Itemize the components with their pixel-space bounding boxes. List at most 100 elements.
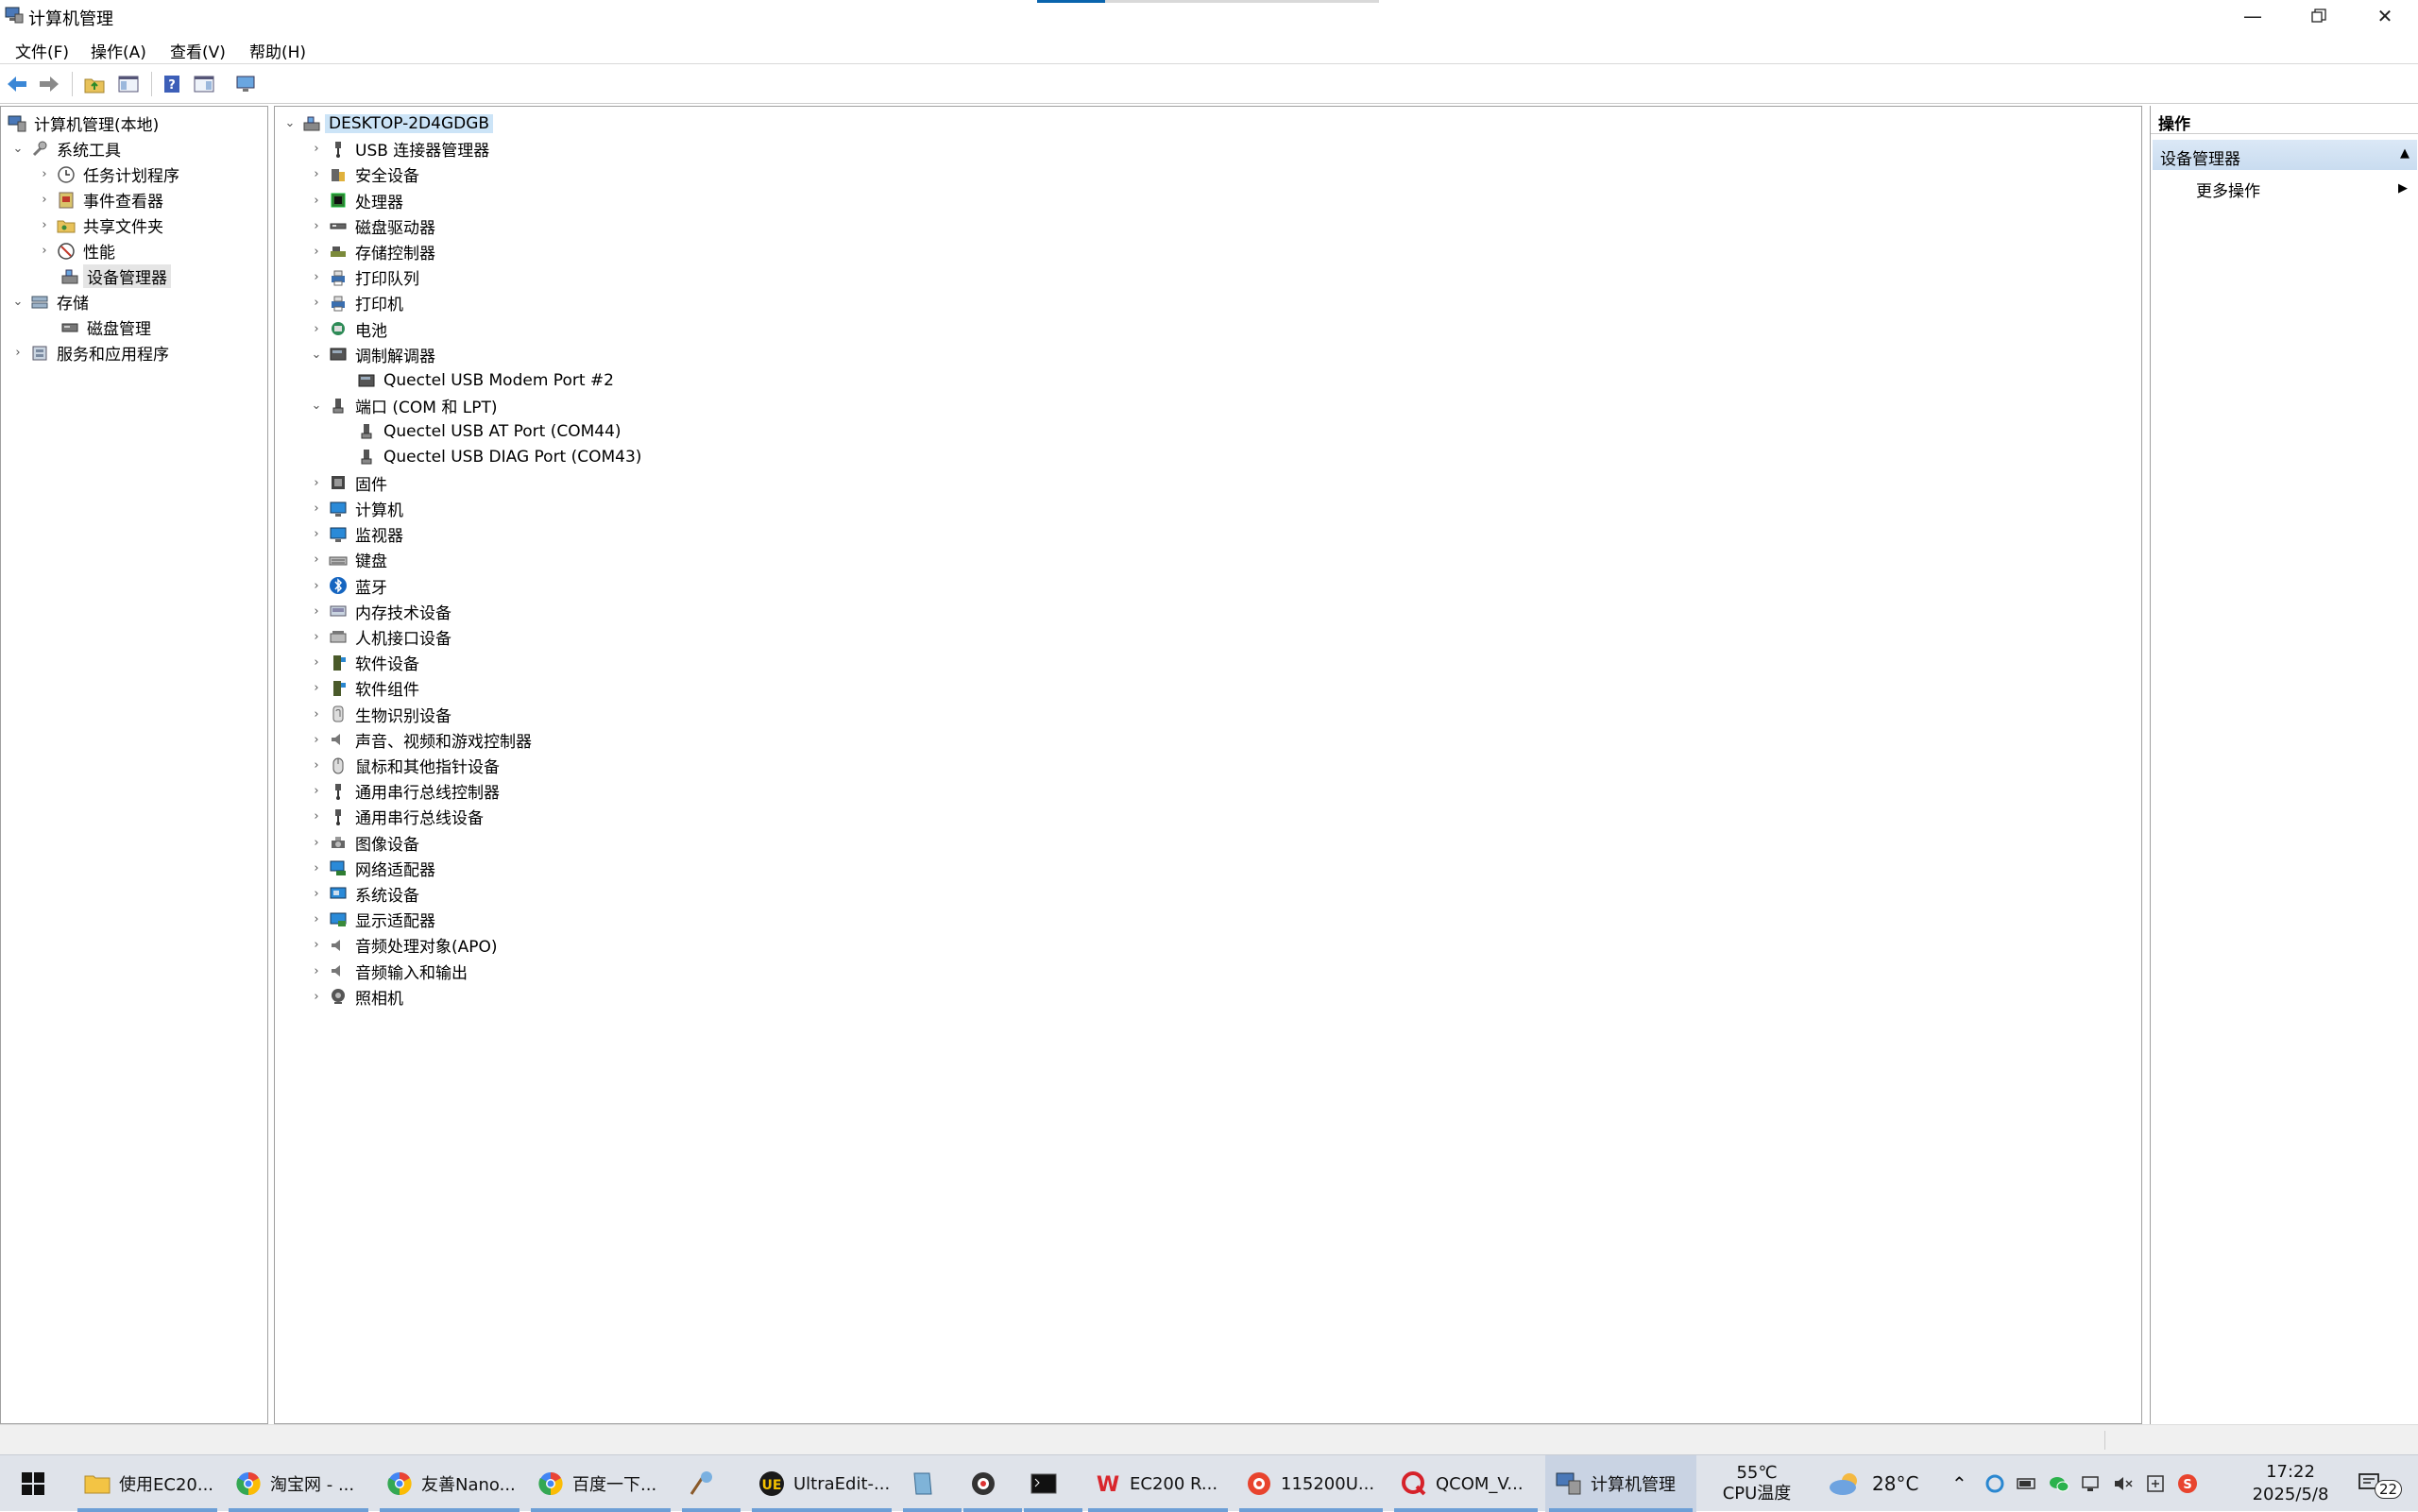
- taskbar-app-folder[interactable]: 使用EC20...: [74, 1455, 221, 1512]
- device-category-camera[interactable]: › 照相机: [309, 984, 403, 1010]
- submenu-arrow-icon[interactable]: ▶: [2398, 181, 2408, 195]
- device-category-usb-ctrl[interactable]: › 通用串行总线控制器: [309, 778, 500, 804]
- chevron-down-icon[interactable]: ⌄: [309, 347, 324, 362]
- chevron-right-icon[interactable]: ›: [309, 681, 324, 696]
- taskbar-app-vpn[interactable]: [960, 1455, 1026, 1512]
- tree-root[interactable]: 计算机管理(本地): [7, 110, 159, 136]
- taskbar-app-wps[interactable]: W EC200 R...: [1084, 1455, 1232, 1512]
- actions-section-device-manager[interactable]: 设备管理器 ▲: [2153, 140, 2417, 170]
- taskbar-app-chrome[interactable]: 百度一下...: [527, 1455, 674, 1512]
- device-category-system-dev[interactable]: › 系统设备: [309, 881, 419, 907]
- tree-item-performance[interactable]: › 性能: [37, 238, 115, 263]
- taskbar-app-chrome[interactable]: 淘宝网 - ...: [225, 1455, 372, 1512]
- menu-help[interactable]: 帮助(H): [249, 39, 306, 62]
- taskbar-app-terminal[interactable]: [1020, 1455, 1086, 1512]
- taskbar-app-chrome[interactable]: 友善Nano...: [376, 1455, 523, 1512]
- device-category-imaging[interactable]: › 图像设备: [309, 830, 419, 856]
- tree-item-system-tools[interactable]: ⌄ 系统工具: [10, 136, 121, 161]
- up-folder-button[interactable]: [81, 71, 108, 97]
- back-button[interactable]: [4, 71, 30, 97]
- chevron-right-icon[interactable]: ›: [309, 758, 324, 773]
- device-category-software-dev[interactable]: › 软件设备: [309, 650, 419, 675]
- chevron-right-icon[interactable]: ›: [309, 706, 324, 722]
- tree-item-device-manager[interactable]: 设备管理器: [60, 263, 171, 289]
- chevron-right-icon[interactable]: ›: [309, 296, 324, 311]
- tree-item-event-viewer[interactable]: › 事件查看器: [37, 187, 163, 212]
- minimize-button[interactable]: —: [2220, 0, 2286, 32]
- forward-button[interactable]: [36, 71, 62, 97]
- properties-button[interactable]: [232, 71, 259, 97]
- network-icon[interactable]: [2080, 1472, 2103, 1495]
- chevron-right-icon[interactable]: ›: [309, 167, 324, 182]
- chevron-right-icon[interactable]: ›: [309, 142, 324, 157]
- device-category-keyboard[interactable]: › 键盘: [309, 547, 387, 572]
- chevron-right-icon[interactable]: ›: [309, 860, 324, 875]
- show-hide-tree-button[interactable]: [115, 71, 142, 97]
- device-category-security[interactable]: › 安全设备: [309, 161, 419, 187]
- chevron-right-icon[interactable]: ›: [309, 527, 324, 542]
- device-category-battery[interactable]: › 电池: [309, 316, 387, 342]
- taskbar-app-ue[interactable]: UE UltraEdit-...: [748, 1455, 895, 1512]
- taskbar-app-paint[interactable]: [678, 1455, 744, 1512]
- device-category-sound[interactable]: › 声音、视频和游戏控制器: [309, 727, 532, 753]
- menu-view[interactable]: 查看(V): [170, 39, 226, 62]
- chevron-right-icon[interactable]: ›: [309, 809, 324, 824]
- device-root[interactable]: ⌄ DESKTOP-2D4GDGB: [282, 110, 494, 136]
- device-category-computer[interactable]: › 计算机: [309, 496, 403, 521]
- chevron-right-icon[interactable]: ›: [309, 603, 324, 619]
- chevron-right-icon[interactable]: ›: [309, 963, 324, 978]
- chevron-right-icon[interactable]: ›: [37, 244, 52, 259]
- device-category-print-queue[interactable]: › 打印队列: [309, 264, 419, 290]
- device-category-storage-ctrl[interactable]: › 存储控制器: [309, 239, 435, 264]
- device-category-diag-port[interactable]: Quectel USB DIAG Port (COM43): [356, 445, 641, 470]
- menu-file[interactable]: 文件(F): [15, 39, 69, 62]
- device-category-audio-io[interactable]: › 音频输入和输出: [309, 959, 468, 984]
- wechat-icon[interactable]: [2048, 1472, 2070, 1495]
- device-category-network[interactable]: › 网络适配器: [309, 856, 435, 881]
- device-category-monitor[interactable]: › 监视器: [309, 521, 403, 547]
- device-category-display[interactable]: › 显示适配器: [309, 907, 435, 932]
- tree-item-task-scheduler[interactable]: › 任务计划程序: [37, 161, 179, 187]
- show-action-pane-button[interactable]: [191, 71, 217, 97]
- chevron-right-icon[interactable]: ›: [309, 784, 324, 799]
- chevron-right-icon[interactable]: ›: [10, 346, 26, 361]
- device-category-biometric[interactable]: › 生物识别设备: [309, 702, 451, 727]
- device-category-disk-drives[interactable]: › 磁盘驱动器: [309, 213, 435, 239]
- device-category-memory-tech[interactable]: › 内存技术设备: [309, 599, 451, 624]
- chevron-right-icon[interactable]: ›: [309, 887, 324, 902]
- chevron-right-icon[interactable]: ›: [309, 732, 324, 747]
- weather-widget[interactable]: 28°C: [1827, 1455, 1918, 1512]
- tree-item-services-apps[interactable]: › 服务和应用程序: [10, 340, 169, 365]
- chevron-down-icon[interactable]: ⌄: [309, 399, 324, 414]
- device-category-ports[interactable]: ⌄ 端口 (COM 和 LPT): [309, 393, 498, 418]
- chevron-right-icon[interactable]: ›: [309, 501, 324, 517]
- chevron-right-icon[interactable]: ›: [309, 218, 324, 233]
- input-method-icon[interactable]: [2144, 1472, 2167, 1495]
- device-category-printer[interactable]: › 打印机: [309, 290, 403, 315]
- notification-center-button[interactable]: 22: [2358, 1455, 2413, 1512]
- tree-item-disk-management[interactable]: 磁盘管理: [60, 314, 151, 340]
- chevron-right-icon[interactable]: ›: [309, 321, 324, 336]
- chevron-right-icon[interactable]: ›: [309, 989, 324, 1004]
- chevron-down-icon[interactable]: ⌄: [282, 116, 298, 131]
- chevron-right-icon[interactable]: ›: [309, 912, 324, 927]
- chevron-right-icon[interactable]: ›: [37, 218, 52, 233]
- chevron-right-icon[interactable]: ›: [309, 938, 324, 953]
- chevron-right-icon[interactable]: ›: [309, 630, 324, 645]
- device-category-at-port[interactable]: Quectel USB AT Port (COM44): [356, 418, 622, 444]
- tree-item-storage[interactable]: ⌄ 存储: [10, 289, 89, 314]
- chevron-right-icon[interactable]: ›: [309, 270, 324, 285]
- start-button[interactable]: [0, 1455, 66, 1512]
- show-hidden-icons-button[interactable]: ⌃: [1951, 1455, 1967, 1512]
- chevron-right-icon[interactable]: ›: [309, 835, 324, 850]
- device-category-software-comp[interactable]: › 软件组件: [309, 675, 419, 701]
- help-button[interactable]: ?: [159, 71, 185, 97]
- device-category-modem-port[interactable]: Quectel USB Modem Port #2: [356, 367, 614, 393]
- device-category-usb-connector[interactable]: › USB 连接器管理器: [309, 136, 489, 161]
- collapse-up-icon[interactable]: ▲: [2400, 146, 2409, 161]
- more-actions-link[interactable]: 更多操作: [2196, 178, 2260, 201]
- device-category-usb-dev[interactable]: › 通用串行总线设备: [309, 804, 484, 829]
- taskbar-app-swirl[interactable]: 115200U...: [1235, 1455, 1387, 1512]
- chevron-right-icon[interactable]: ›: [309, 552, 324, 568]
- chevron-right-icon[interactable]: ›: [309, 245, 324, 260]
